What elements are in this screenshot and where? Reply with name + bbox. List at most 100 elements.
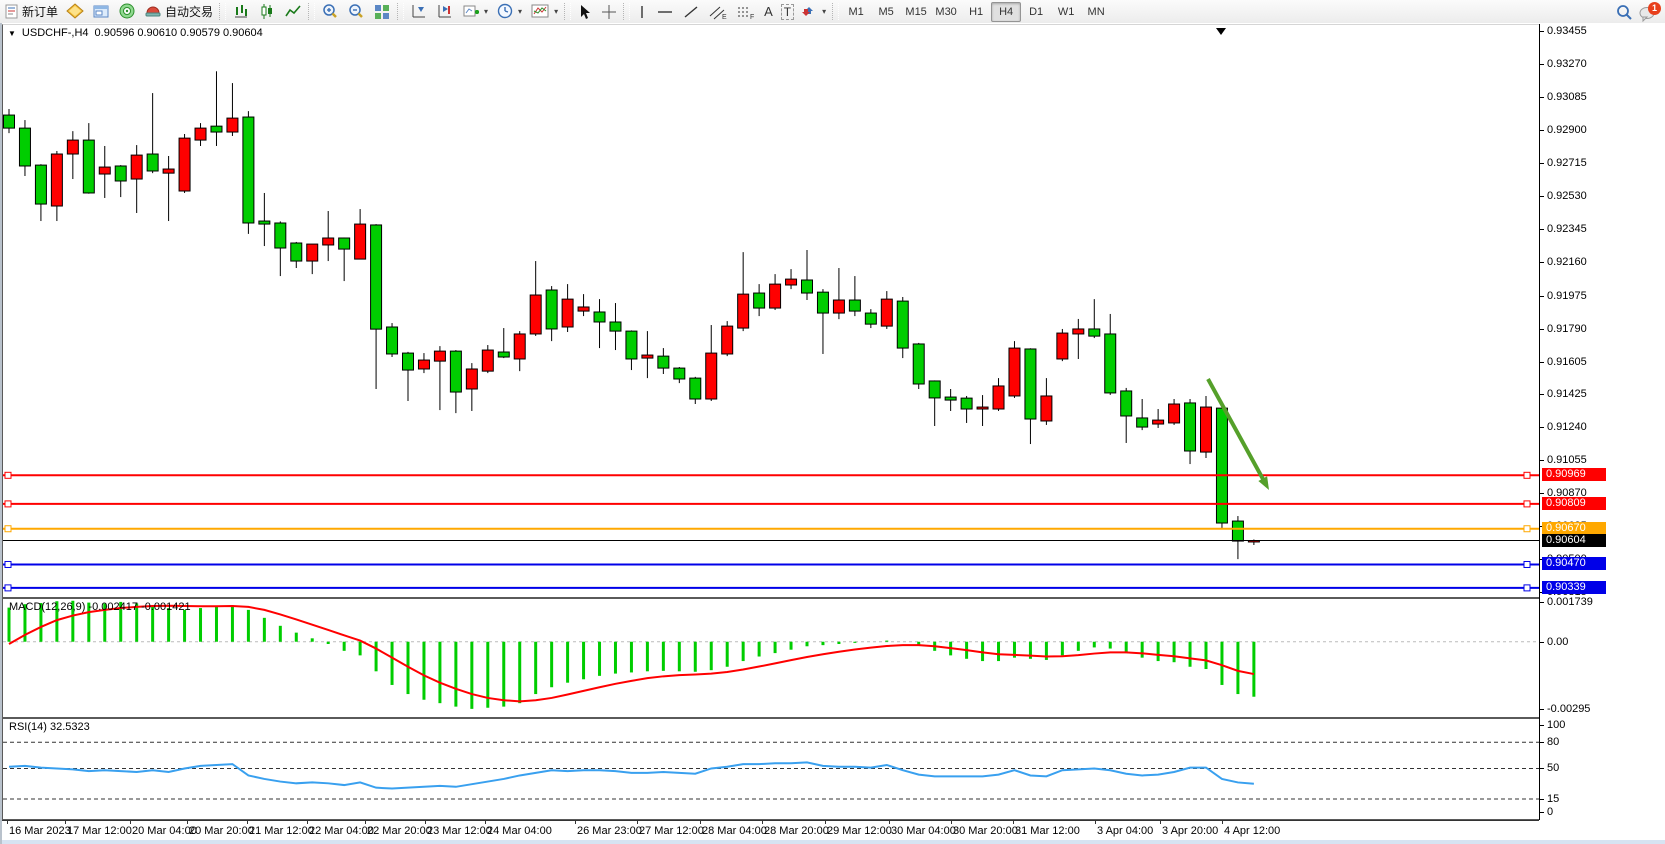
axis-tick-mark (1539, 460, 1544, 461)
price-tick-label: 0.92900 (1547, 124, 1587, 136)
crosshair-tool-button[interactable] (597, 1, 621, 22)
horizontal-line-icon (656, 4, 674, 20)
line-chart-button[interactable] (280, 1, 306, 22)
time-tick-mark (575, 821, 576, 824)
candlestick-chart-button[interactable] (254, 1, 280, 22)
price-tick-label: 0.91790 (1547, 323, 1587, 335)
svg-text:F: F (750, 14, 754, 20)
horizontal-line-tool-button[interactable] (652, 1, 678, 22)
axis-tick-mark (1539, 97, 1544, 98)
current-price-tag: 0.90604 (1542, 534, 1606, 547)
tf-h4-button[interactable]: H4 (991, 2, 1021, 22)
fibonacci-tool-button[interactable]: F (732, 1, 760, 22)
arrange-vertical-icon (410, 3, 428, 20)
axis-tick-mark (1539, 130, 1544, 131)
main-toolbar: 新订单 自动交易 (0, 0, 1665, 24)
cursor-tool-button[interactable] (573, 1, 597, 22)
line-chart-icon (284, 3, 302, 20)
time-tick-label: 17 Mar 12:00 (67, 825, 132, 837)
terminal-button[interactable] (114, 1, 140, 22)
time-tick-mark (247, 821, 248, 824)
period-button[interactable]: ▾ (492, 1, 526, 22)
time-tick-mark (307, 821, 308, 824)
trendline-tool-button[interactable] (678, 1, 704, 22)
axis-tick-mark (1539, 768, 1544, 769)
chart-title: ▼ USDCHF-,H4 0.90596 0.90610 0.90579 0.9… (8, 27, 263, 39)
price-tick-label: 0.93085 (1547, 91, 1587, 103)
bar-chart-button[interactable] (228, 1, 254, 22)
candlestick-chart-icon (258, 3, 276, 20)
vertical-line-tool-button[interactable] (632, 1, 652, 22)
tf-m15-button[interactable]: M15 (901, 2, 931, 22)
axis-tick-mark (1539, 296, 1544, 297)
arrows-tool-button[interactable]: ▾ (798, 1, 830, 22)
main-chart-canvas[interactable] (2, 24, 1540, 598)
text-tool-button[interactable]: A (760, 1, 777, 22)
navigator-button[interactable] (88, 1, 114, 22)
time-tick-mark (425, 821, 426, 824)
notification-badge: 1 (1648, 2, 1661, 15)
collapse-icon[interactable]: ▼ (8, 29, 16, 38)
time-tick-mark (485, 821, 486, 824)
template-button[interactable]: ▾ (526, 1, 562, 22)
price-axis[interactable]: 0.934550.932700.930850.929000.927150.925… (1539, 23, 1665, 844)
channel-tool-button[interactable]: E (704, 1, 732, 22)
time-tick-label: 16 Mar 2023 (9, 825, 71, 837)
market-watch-button[interactable] (62, 1, 88, 22)
time-tick-label: 22 Mar 20:00 (367, 825, 432, 837)
auto-trading-icon (144, 3, 162, 20)
rsi-label: RSI(14) 32.5323 (9, 721, 90, 733)
time-tick-mark (1160, 821, 1161, 824)
time-tick-label: 3 Apr 04:00 (1097, 825, 1153, 837)
new-chart-button[interactable]: ▾ (458, 1, 492, 22)
tf-mn-button[interactable]: MN (1081, 2, 1111, 22)
rsi-tick-label: 0 (1547, 806, 1553, 818)
zoom-in-icon (321, 3, 339, 20)
tile-windows-button[interactable] (369, 1, 395, 22)
notifications-button[interactable]: 1 (1639, 2, 1661, 22)
rsi-tick-label: 15 (1547, 793, 1559, 805)
axis-tick-mark (1539, 394, 1544, 395)
auto-trading-button[interactable]: 自动交易 (140, 1, 217, 22)
rsi-indicator-canvas[interactable] (2, 718, 1540, 820)
axis-tick-mark (1539, 64, 1544, 65)
axis-tick-mark (1539, 642, 1544, 643)
time-tick-label: 28 Mar 20:00 (764, 825, 829, 837)
fibonacci-icon: F (736, 4, 756, 20)
price-tick-label: 0.93270 (1547, 58, 1587, 70)
tf-m30-button[interactable]: M30 (931, 2, 961, 22)
price-tick-label: 0.91055 (1547, 454, 1587, 466)
search-icon[interactable] (1615, 3, 1633, 21)
axis-tick-mark (1539, 31, 1544, 32)
text-tool-icon: A (764, 4, 773, 19)
tile-windows-icon (373, 3, 391, 20)
price-tick-label: 0.93455 (1547, 25, 1587, 37)
price-tick-label: 0.91240 (1547, 421, 1587, 433)
text-label-icon: T (781, 4, 794, 20)
equidistant-channel-icon: E (708, 4, 728, 20)
price-tick-label: 0.91975 (1547, 290, 1587, 302)
toolbar-separator (564, 3, 571, 20)
tf-d1-button[interactable]: D1 (1021, 2, 1051, 22)
time-tick-mark (1095, 821, 1096, 824)
tf-w1-button[interactable]: W1 (1051, 2, 1081, 22)
time-tick-label: 20 Mar 20:00 (189, 825, 254, 837)
time-tick-mark (825, 821, 826, 824)
zoom-in-button[interactable] (317, 1, 343, 22)
new-order-button[interactable]: 新订单 (0, 1, 62, 22)
tf-m5-button[interactable]: M5 (871, 2, 901, 22)
svg-text:E: E (722, 14, 727, 20)
bar-chart-icon (232, 3, 250, 20)
arrange-cascade-button[interactable] (432, 1, 458, 22)
text-label-tool-button[interactable]: T (777, 1, 798, 22)
vertical-line-icon (636, 4, 648, 20)
time-tick-mark (130, 821, 131, 824)
arrows-caret: ▾ (822, 7, 826, 16)
time-tick-label: 26 Mar 23:00 (577, 825, 642, 837)
macd-indicator-canvas[interactable] (2, 598, 1540, 718)
arrange-windows-button[interactable] (406, 1, 432, 22)
time-tick-mark (187, 821, 188, 824)
tf-h1-button[interactable]: H1 (961, 2, 991, 22)
zoom-out-button[interactable] (343, 1, 369, 22)
tf-m1-button[interactable]: M1 (841, 2, 871, 22)
